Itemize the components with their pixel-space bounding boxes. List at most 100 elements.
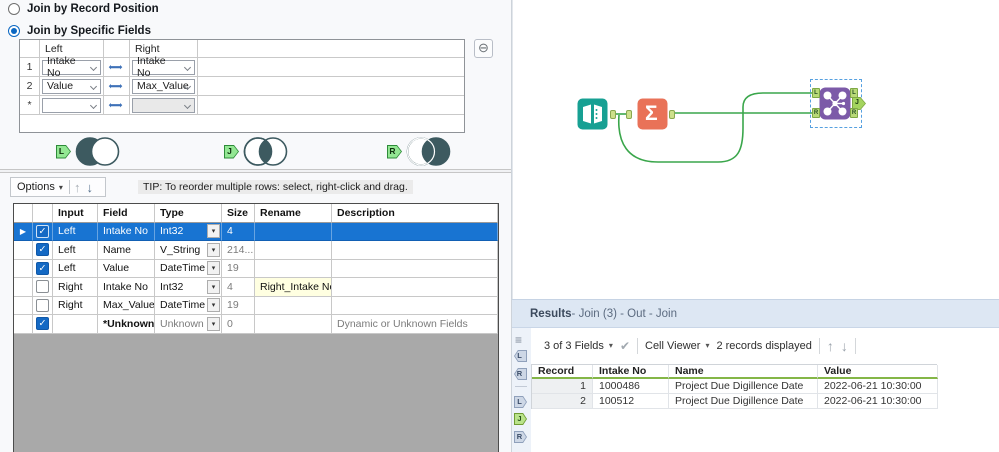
previous-record-button[interactable]: ↑: [827, 338, 834, 354]
radio-unselected-icon[interactable]: [8, 3, 20, 15]
options-toolbar: Options ▾ ↑ ↓: [10, 177, 106, 197]
field-selection-table: Input Field Type Size Rename Description…: [13, 203, 499, 452]
jt-left-field-cell: Value: [40, 77, 104, 96]
jt-left-field-cell: Intake No: [40, 55, 104, 79]
workflow-canvas[interactable]: Σ L R L J R: [513, 0, 999, 299]
venn-right-unjoined-icon: [406, 137, 451, 166]
table-row: ✓: [33, 259, 53, 278]
input-right-connection-button[interactable]: R: [514, 368, 527, 380]
ft-header-rename: Rename: [255, 204, 332, 223]
rename-cell-highlighted[interactable]: Right_Intake No: [255, 278, 332, 297]
field-checkbox[interactable]: ✓: [36, 224, 49, 238]
type-dropdown-button[interactable]: ▾: [207, 298, 220, 312]
radio-selected-icon[interactable]: [8, 25, 20, 37]
cell-viewer-dropdown[interactable]: Cell Viewer: [645, 340, 700, 352]
arrow-right-icon: ➡: [115, 99, 122, 110]
chevron-down-icon: [89, 82, 98, 90]
table-row: ✓: [33, 241, 53, 260]
minus-circle-icon: ⊖: [478, 40, 489, 55]
jt-row-num: 2: [20, 77, 40, 96]
join-output-left-anchor[interactable]: L: [850, 88, 858, 98]
swap-fields-button[interactable]: ⬅ ➡: [104, 100, 129, 111]
type-dropdown-button[interactable]: ▾: [207, 279, 220, 294]
jt-row-num: *: [20, 96, 40, 115]
left-field-select[interactable]: Value: [42, 78, 101, 94]
jt-left-field-cell: [40, 96, 104, 115]
field-checkbox[interactable]: [36, 280, 49, 294]
arrow-right-icon: ➡: [115, 61, 122, 72]
swap-fields-button[interactable]: ⬅ ➡: [104, 62, 129, 73]
results-connection-sidebar: ≡ L R L J R: [512, 328, 531, 452]
join-fields-table: Left Right 1 Intake No ⬅ ➡ Intake No 2 V…: [19, 39, 465, 133]
rt-header-intake[interactable]: Intake No: [593, 365, 669, 379]
type-dropdown-button[interactable]: ▾: [207, 242, 220, 257]
move-row-down-button[interactable]: ↓: [84, 180, 95, 195]
chevron-down-icon: [89, 101, 98, 109]
move-row-up-button[interactable]: ↑: [70, 180, 85, 195]
jt-swap-cell: ⬅ ➡: [104, 58, 130, 77]
caret-down-icon[interactable]: ▾: [609, 341, 613, 350]
arrow-right-icon: ➡: [115, 80, 122, 91]
jt-header-num: [20, 40, 40, 58]
caret-down-icon[interactable]: ▾: [705, 341, 709, 350]
table-row: ✓: [33, 315, 53, 334]
next-record-button[interactable]: ↓: [841, 338, 848, 354]
output-left-connection-button[interactable]: L: [514, 396, 527, 408]
rt-header-record[interactable]: Record: [532, 365, 593, 379]
chevron-down-icon: [183, 101, 192, 109]
venn-joined-icon: [243, 137, 288, 166]
sigma-icon: Σ: [645, 102, 658, 125]
join-by-specific-fields-option[interactable]: Join by Specific Fields: [8, 25, 151, 37]
collapse-panel-button[interactable]: ⊖: [474, 39, 493, 58]
left-field-select[interactable]: Intake No: [42, 55, 101, 79]
table-row: [33, 296, 53, 315]
join-input-right-anchor[interactable]: R: [812, 108, 820, 118]
field-checkbox[interactable]: ✓: [36, 243, 49, 257]
field-checkbox[interactable]: ✓: [36, 261, 49, 275]
apply-checkmark-icon[interactable]: ✔: [620, 339, 630, 353]
options-button[interactable]: Options ▾: [11, 178, 69, 196]
rt-header-name[interactable]: Name: [669, 365, 818, 379]
row-pointer-icon: ▶: [19, 226, 27, 236]
chevron-down-icon: [183, 63, 192, 71]
pane-splitter[interactable]: [0, 169, 511, 173]
current-row-indicator: ▶: [14, 222, 33, 241]
swap-fields-button[interactable]: ⬅ ➡: [104, 81, 129, 92]
right-field-select[interactable]: Max_Value: [132, 78, 195, 94]
jt-row-num: 1: [20, 58, 40, 77]
results-title-bar: Results - Join (3) - Out - Join: [512, 300, 999, 328]
type-dropdown-button[interactable]: ▾: [207, 261, 220, 275]
summarize-output-anchor[interactable]: [669, 110, 675, 119]
r-anchor-icon: R: [387, 144, 402, 159]
results-data-table: Record Intake No Name Value 1 1000486 Pr…: [531, 364, 938, 409]
type-dropdown-button[interactable]: ▾: [207, 316, 220, 331]
l-anchor-icon: L: [56, 144, 71, 159]
results-panel: Results - Join (3) - Out - Join ≡ L R L …: [512, 299, 999, 452]
join-output-right-anchor[interactable]: R: [850, 108, 858, 118]
table-row[interactable]: 1 1000486 Project Due Digillence Date 20…: [532, 379, 938, 394]
chevron-down-icon: [183, 82, 192, 90]
left-field-select[interactable]: [42, 97, 101, 113]
summarize-input-anchor[interactable]: [626, 110, 632, 119]
join-output-venn: J: [224, 136, 289, 167]
output-join-connection-button[interactable]: J: [514, 413, 527, 425]
join-tool[interactable]: [819, 87, 851, 120]
table-row[interactable]: 2 100512 Project Due Digillence Date 202…: [532, 394, 938, 409]
input-data-tool[interactable]: [577, 98, 608, 130]
jt-swap-cell: ⬅ ➡: [104, 77, 130, 96]
output-right-connection-button[interactable]: R: [514, 431, 527, 443]
type-dropdown-button[interactable]: ▾: [207, 224, 220, 238]
menu-icon[interactable]: ≡: [515, 333, 522, 347]
join-by-record-position-option[interactable]: Join by Record Position: [8, 3, 159, 15]
field-checkbox[interactable]: [36, 298, 49, 312]
ft-header-description: Description: [332, 204, 498, 223]
rt-header-value[interactable]: Value: [818, 365, 938, 379]
fields-dropdown[interactable]: 3 of 3 Fields: [544, 340, 604, 352]
field-checkbox[interactable]: ✓: [36, 317, 49, 331]
table-row: ✓: [33, 222, 53, 241]
right-field-select[interactable]: Intake No: [132, 55, 195, 79]
input-output-anchor[interactable]: [610, 110, 616, 119]
jt-right-field-cell: [130, 96, 198, 115]
input-left-connection-button[interactable]: L: [514, 350, 527, 362]
join-input-left-anchor[interactable]: L: [812, 88, 820, 98]
